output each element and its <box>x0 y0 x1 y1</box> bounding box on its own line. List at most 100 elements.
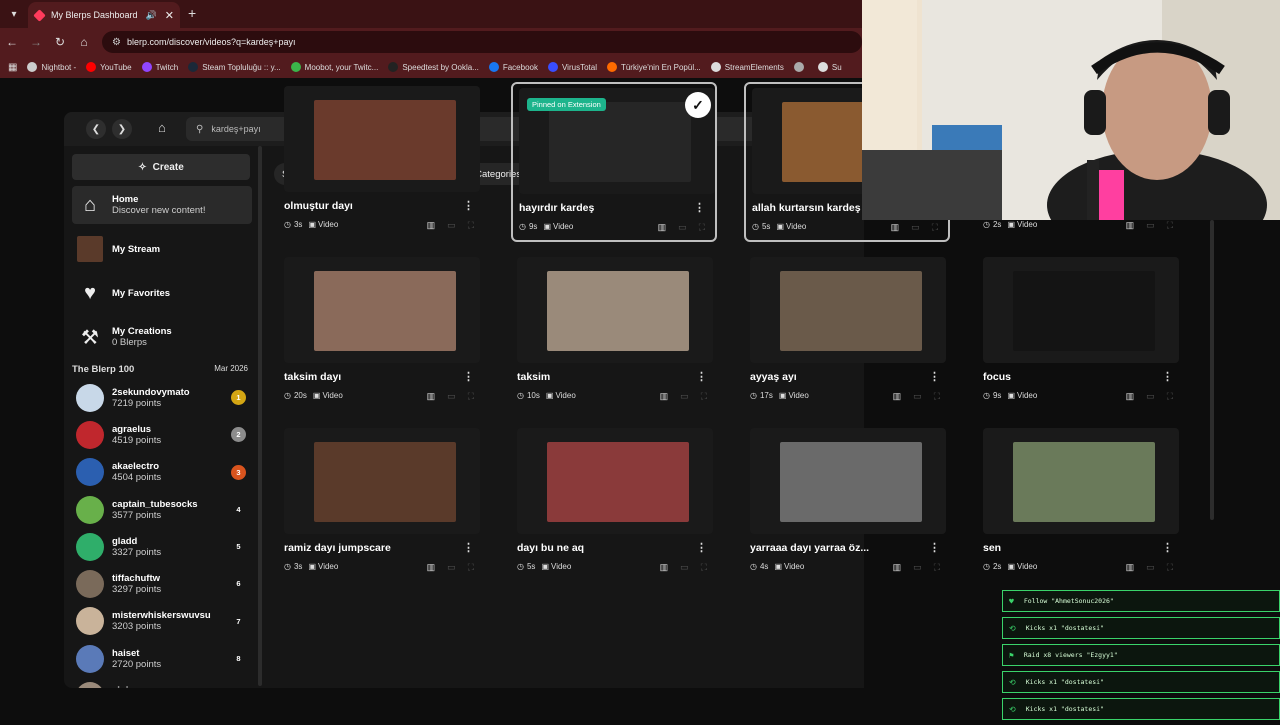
video-card[interactable]: sen ⋮ ◷ 2s ▣ Video ▥ ▭ ⛶ <box>977 424 1183 584</box>
video-thumbnail[interactable] <box>284 86 480 192</box>
more-options-icon[interactable]: ⋮ <box>929 541 940 554</box>
sidebar-item-my-creations[interactable]: ⚒ My Creations 0 Blerps <box>72 318 252 356</box>
sidebar-item-my-stream[interactable]: My Stream <box>72 230 252 268</box>
bookmark-item[interactable]: VirusTotal <box>547 62 597 72</box>
bookmark-item[interactable]: StreamElements <box>710 62 784 72</box>
more-options-icon[interactable]: ⋮ <box>463 541 474 554</box>
pip-icon[interactable]: ▭ <box>911 222 920 233</box>
leaderboard-row[interactable]: 2sekundovymato 7219 points 1 <box>72 379 252 416</box>
pip-icon[interactable]: ▭ <box>447 391 456 402</box>
pip-icon[interactable]: ▭ <box>447 220 456 231</box>
video-thumbnail[interactable] <box>983 428 1179 534</box>
sidebar-item-home[interactable]: ⌂ Home Discover new content! <box>72 186 252 224</box>
split-view-icon[interactable]: ▥ <box>893 391 902 402</box>
video-card[interactable]: ayyaş ayı ⋮ ◷ 17s ▣ Video ▥ ▭ ⛶ <box>744 253 950 413</box>
video-thumbnail[interactable] <box>750 428 946 534</box>
video-thumbnail[interactable] <box>517 257 713 363</box>
content-scrollbar[interactable] <box>1210 220 1214 520</box>
forward-arrow-icon[interactable]: ❯ <box>112 119 132 139</box>
more-options-icon[interactable]: ⋮ <box>1162 541 1173 554</box>
leaderboard-row[interactable]: misterwhiskerswuvsu 3203 points 7 <box>72 603 252 640</box>
pip-icon[interactable]: ▭ <box>447 562 456 573</box>
pip-icon[interactable]: ▭ <box>1146 562 1155 573</box>
leaderboard-row[interactable]: gladd 3327 points 5 <box>72 528 252 565</box>
split-view-icon[interactable]: ▥ <box>658 222 667 233</box>
bookmark-item[interactable]: YouTube <box>86 62 132 72</box>
video-thumbnail[interactable] <box>284 428 480 534</box>
bookmark-item[interactable]: Türkiye'nin En Popül... <box>606 62 701 72</box>
split-view-icon[interactable]: ▥ <box>1126 391 1135 402</box>
fullscreen-icon[interactable]: ⛶ <box>1167 220 1173 231</box>
leaderboard-row[interactable]: akaelectro 4504 points 3 <box>72 454 252 491</box>
bookmark-item[interactable] <box>793 62 808 72</box>
home-nav-icon[interactable]: ⌂ <box>158 120 166 135</box>
split-view-icon[interactable]: ▥ <box>1126 562 1135 573</box>
video-card[interactable]: focus ⋮ ◷ 9s ▣ Video ▥ ▭ ⛶ <box>977 253 1183 413</box>
bookmark-item[interactable]: Facebook <box>488 62 538 72</box>
video-thumbnail[interactable] <box>983 257 1179 363</box>
fullscreen-icon[interactable]: ⛶ <box>468 220 474 231</box>
bookmark-item[interactable]: Moobot, your Twitc... <box>290 62 378 72</box>
more-options-icon[interactable]: ⋮ <box>929 370 940 383</box>
video-card[interactable]: dayı bu ne aq ⋮ ◷ 5s ▣ Video ▥ ▭ ⛶ <box>511 424 717 584</box>
video-thumbnail[interactable] <box>284 257 480 363</box>
video-card[interactable]: taksim ⋮ ◷ 10s ▣ Video ▥ ▭ ⛶ <box>511 253 717 413</box>
bookmark-item[interactable]: Nightbot - <box>27 62 76 72</box>
pip-icon[interactable]: ▭ <box>913 562 922 573</box>
split-view-icon[interactable]: ▥ <box>893 562 902 573</box>
fullscreen-icon[interactable]: ⛶ <box>932 222 938 233</box>
bookmark-item[interactable]: Steam Topluluğu :: y... <box>188 62 281 72</box>
pip-icon[interactable]: ▭ <box>680 562 689 573</box>
fullscreen-icon[interactable]: ⛶ <box>1167 391 1173 402</box>
fullscreen-icon[interactable]: ⛶ <box>934 562 940 573</box>
fullscreen-icon[interactable]: ⛶ <box>1167 562 1173 573</box>
pip-icon[interactable]: ▭ <box>1146 220 1155 231</box>
video-card[interactable]: taksim dayı ⋮ ◷ 20s ▣ Video ▥ ▭ ⛶ <box>278 253 484 413</box>
home-button[interactable]: ⌂ <box>72 35 96 49</box>
split-view-icon[interactable]: ▥ <box>1126 220 1135 231</box>
fullscreen-icon[interactable]: ⛶ <box>468 391 474 402</box>
checkmark-icon[interactable]: ✓ <box>685 92 711 118</box>
leaderboard-row[interactable]: vigi 2207 points 9 <box>72 677 252 688</box>
pip-icon[interactable]: ▭ <box>678 222 687 233</box>
more-options-icon[interactable]: ⋮ <box>696 541 707 554</box>
split-view-icon[interactable]: ▥ <box>891 222 900 233</box>
site-info-icon[interactable]: ⚙ <box>112 37 121 48</box>
split-view-icon[interactable]: ▥ <box>427 220 436 231</box>
audio-playing-icon[interactable]: 🔊 <box>146 10 157 21</box>
pip-icon[interactable]: ▭ <box>913 391 922 402</box>
leaderboard-row[interactable]: captain_tubesocks 3577 points 4 <box>72 491 252 528</box>
pip-icon[interactable]: ▭ <box>680 391 689 402</box>
fullscreen-icon[interactable]: ⛶ <box>701 391 707 402</box>
pip-icon[interactable]: ▭ <box>1146 391 1155 402</box>
split-view-icon[interactable]: ▥ <box>427 391 436 402</box>
close-tab-icon[interactable]: ✕ <box>165 9 174 22</box>
more-options-icon[interactable]: ⋮ <box>463 199 474 212</box>
fullscreen-icon[interactable]: ⛶ <box>934 391 940 402</box>
reload-button[interactable]: ↻ <box>48 35 72 49</box>
tab-search-button[interactable]: ▾ <box>4 4 24 24</box>
sidebar-item-my-favorites[interactable]: ♥ My Favorites <box>72 274 252 312</box>
more-options-icon[interactable]: ⋮ <box>696 370 707 383</box>
video-card[interactable]: Pinned on Extension ✓ hayırdır kardeş ⋮ ◷… <box>511 82 717 242</box>
leaderboard-row[interactable]: haiset 2720 points 8 <box>72 640 252 677</box>
leaderboard-row[interactable]: agraelus 4519 points 2 <box>72 416 252 453</box>
browser-tab[interactable]: My Blerps Dashboard 🔊 ✕ <box>28 2 180 28</box>
video-thumbnail[interactable]: Pinned on Extension ✓ <box>519 88 715 194</box>
bookmark-item[interactable]: Speedtest by Ookla... <box>388 62 479 72</box>
split-view-icon[interactable]: ▥ <box>660 562 669 573</box>
more-options-icon[interactable]: ⋮ <box>463 370 474 383</box>
fullscreen-icon[interactable]: ⛶ <box>701 562 707 573</box>
apps-grid-icon[interactable]: ▦ <box>8 62 17 73</box>
more-options-icon[interactable]: ⋮ <box>1162 370 1173 383</box>
leaderboard-row[interactable]: tiffachuftw 3297 points 6 <box>72 565 252 602</box>
video-card[interactable]: yarraaa dayı yarraa öz... ⋮ ◷ 4s ▣ Video… <box>744 424 950 584</box>
split-view-icon[interactable]: ▥ <box>660 391 669 402</box>
bookmark-item[interactable]: Twitch <box>141 62 178 72</box>
create-button[interactable]: ✧ Create <box>72 154 250 180</box>
video-thumbnail[interactable] <box>750 257 946 363</box>
more-options-icon[interactable]: ⋮ <box>694 201 705 214</box>
split-view-icon[interactable]: ▥ <box>427 562 436 573</box>
back-button[interactable]: ← <box>0 35 24 49</box>
new-tab-button[interactable]: + <box>188 5 196 21</box>
